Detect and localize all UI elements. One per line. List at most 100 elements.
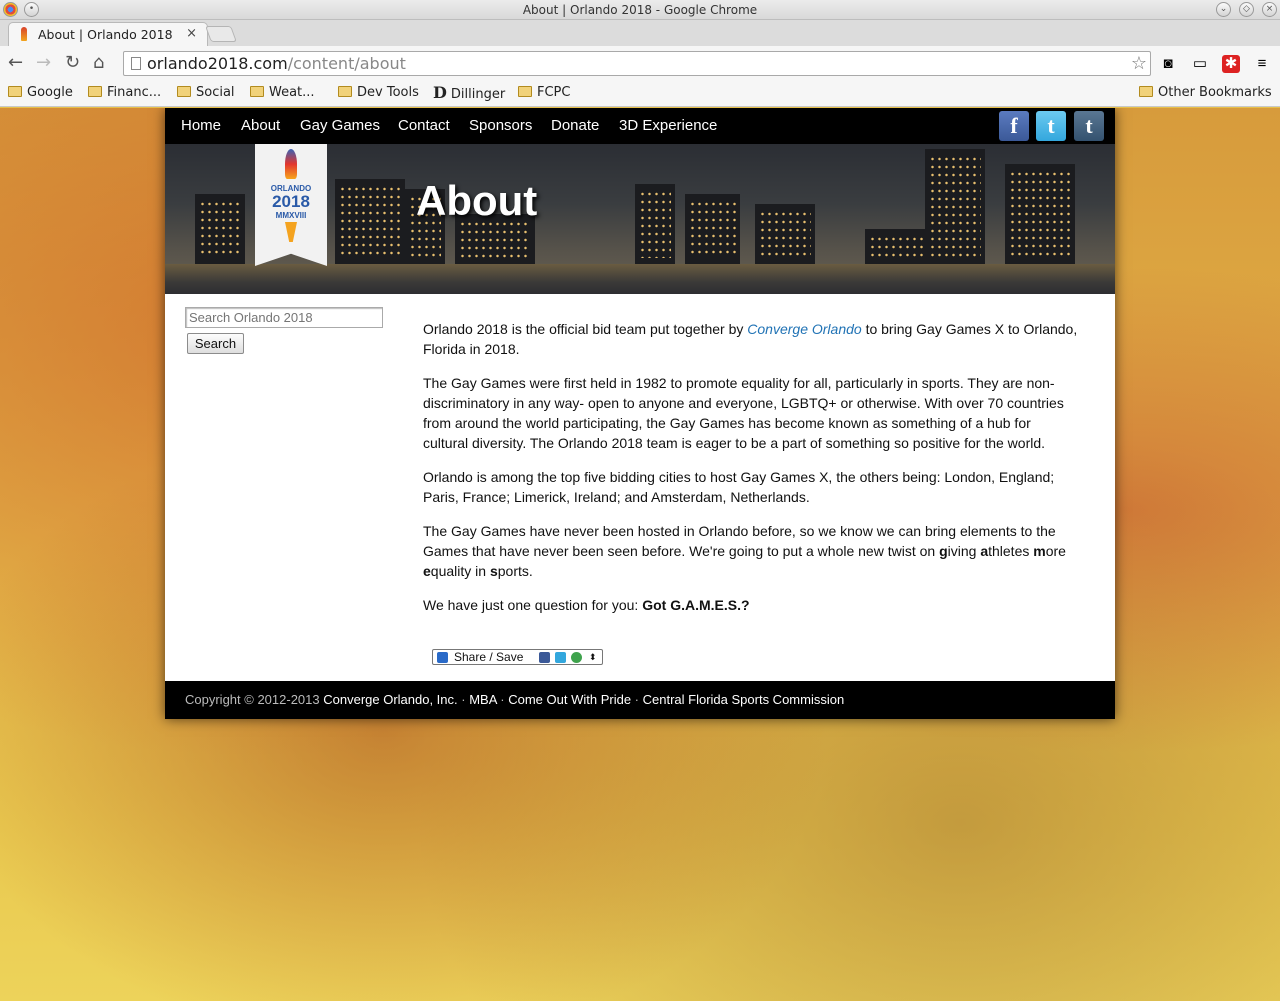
forward-arrow-icon[interactable]: → — [36, 52, 51, 73]
footer-cfsc-link[interactable]: Central Florida Sports Commission — [643, 692, 845, 707]
twist-text: iving — [947, 543, 981, 559]
logo-text-mmxviii: MMXVIII — [275, 211, 307, 220]
share-save-button[interactable]: Share / Save ⬍ — [432, 649, 603, 665]
bookmark-label: Social — [196, 85, 235, 100]
skyline-building — [335, 179, 405, 264]
bookmark-label: Financ... — [107, 85, 162, 100]
maximize-button[interactable]: ◇ — [1239, 2, 1254, 17]
folder-icon — [177, 86, 191, 97]
bookmark-social[interactable]: Social — [177, 85, 235, 100]
logo-text-2018: 2018 — [272, 192, 310, 211]
search-input[interactable] — [185, 307, 383, 328]
bookmark-fcpc[interactable]: FCPC — [518, 85, 570, 100]
got-games-text: Got G.A.M.E.S.? — [642, 597, 750, 613]
cast-icon[interactable]: ▭ — [1191, 55, 1209, 73]
nav-donate[interactable]: Donate — [551, 117, 599, 134]
bookmark-other[interactable]: Other Bookmarks — [1139, 85, 1272, 100]
folder-icon — [8, 86, 22, 97]
footer-separator: · — [457, 692, 470, 707]
bookmark-star-icon[interactable]: ☆ — [1131, 53, 1147, 74]
share-plus-icon — [437, 652, 448, 663]
tab-close-icon[interactable]: × — [186, 26, 197, 41]
twist-text: quality in — [430, 563, 490, 579]
new-tab-button[interactable] — [205, 26, 237, 42]
intro-text: Orlando 2018 is the official bid team pu… — [423, 321, 748, 337]
share-label: Share / Save — [454, 650, 524, 664]
home-icon[interactable]: ⌂ — [93, 52, 104, 73]
main-nav: Home About Gay Games Contact Sponsors Do… — [165, 108, 1115, 144]
acronym-letter: s — [489, 563, 498, 579]
page-icon — [131, 57, 141, 70]
page-viewport: Home About Gay Games Contact Sponsors Do… — [0, 108, 1280, 1001]
close-window-button[interactable]: × — [1262, 2, 1277, 17]
question-text: We have just one question for you: — [423, 597, 643, 613]
skyline-building — [685, 194, 740, 264]
page-title: About — [416, 177, 538, 224]
bookmark-dev-tools[interactable]: Dev Tools — [338, 85, 419, 100]
tab-about[interactable]: About | Orlando 2018 × — [8, 22, 208, 46]
bookmark-google[interactable]: Google — [8, 85, 73, 100]
paragraph-history: The Gay Games were first held in 1982 to… — [423, 375, 1064, 451]
incognito-mask-icon[interactable]: ◙ — [1159, 55, 1177, 73]
footer-separator: · — [631, 692, 643, 707]
bookmark-label: Google — [27, 85, 73, 100]
folder-icon — [250, 86, 264, 97]
nav-about[interactable]: About — [241, 117, 280, 134]
footer-mba-link[interactable]: MBA — [469, 692, 496, 707]
paragraph-question: We have just one question for you: Got G… — [423, 595, 1078, 615]
twitter-small-icon — [555, 652, 566, 663]
converge-orlando-link[interactable]: Converge Orlando — [747, 321, 861, 337]
bookmark-label: Other Bookmarks — [1158, 85, 1272, 100]
paragraph-intro: Orlando 2018 is the official bid team pu… — [423, 319, 1078, 359]
skyline-building — [925, 149, 985, 264]
acronym-letter: g — [939, 543, 948, 559]
acronym-letter: m — [1033, 543, 1046, 559]
facebook-small-icon — [539, 652, 550, 663]
nav-contact[interactable]: Contact — [398, 117, 450, 134]
footer-come-out-with-pride-link[interactable]: Come Out With Pride — [508, 692, 631, 707]
address-bar[interactable]: orlando2018.com/content/about ☆ — [123, 51, 1151, 76]
twist-text: ore — [1045, 543, 1066, 559]
window-titlebar: • About | Orlando 2018 - Google Chrome ⌄… — [0, 0, 1280, 20]
search-button[interactable]: Search — [187, 333, 244, 354]
footer: Copyright © 2012-2013 Converge Orlando, … — [165, 681, 1115, 719]
minimize-button[interactable]: ⌄ — [1216, 2, 1231, 17]
main-content: Orlando 2018 is the official bid team pu… — [423, 319, 1078, 629]
torch-favicon-icon — [21, 27, 27, 41]
bookmark-finance[interactable]: Financ... — [88, 85, 161, 100]
skyline-building — [755, 204, 815, 264]
bookmark-weather[interactable]: Weat... — [250, 85, 315, 100]
tumblr-icon[interactable]: t — [1074, 111, 1104, 141]
footer-separator: · — [496, 692, 509, 707]
reload-icon[interactable]: ↻ — [65, 52, 80, 73]
browser-toolbar: ← → ↻ ⌂ orlando2018.com/content/about ☆ … — [0, 46, 1280, 80]
bookmarks-bar: Google Financ... Social Weat... Dev Tool… — [0, 80, 1280, 107]
extension-icon[interactable]: ✱ — [1222, 55, 1240, 73]
skyline-building — [1005, 164, 1075, 264]
nav-3d-experience[interactable]: 3D Experience — [619, 117, 717, 134]
facebook-icon[interactable]: f — [999, 111, 1029, 141]
chrome-menu-icon[interactable]: ≡ — [1253, 55, 1271, 73]
skyline-building — [195, 194, 245, 264]
url-text: orlando2018.com/content/about — [147, 54, 406, 73]
twitter-icon[interactable]: t — [1036, 111, 1066, 141]
orlando-2018-logo: ORLANDO 2018 MMXVIII — [255, 144, 327, 266]
back-arrow-icon[interactable]: ← — [8, 52, 23, 73]
folder-icon — [88, 86, 102, 97]
tab-title: About | Orlando 2018 — [38, 27, 173, 42]
dropdown-arrows-icon: ⬍ — [589, 652, 597, 662]
twist-text: thletes — [988, 543, 1030, 559]
folder-icon — [1139, 86, 1153, 97]
url-host: orlando2018.com — [147, 54, 288, 73]
dillinger-d-icon: D — [433, 83, 447, 102]
nav-gay-games[interactable]: Gay Games — [300, 117, 380, 134]
nav-sponsors[interactable]: Sponsors — [469, 117, 532, 134]
url-path: /content/about — [287, 54, 406, 73]
skyline-building — [635, 184, 675, 264]
bookmark-label: Weat... — [269, 85, 315, 100]
tab-strip: About | Orlando 2018 × — [0, 20, 1280, 46]
bookmark-dillinger[interactable]: D Dillinger — [433, 83, 505, 102]
acronym-letter: a — [980, 543, 989, 559]
footer-converge-link[interactable]: Converge Orlando, Inc. — [323, 692, 457, 707]
nav-home[interactable]: Home — [181, 117, 221, 134]
